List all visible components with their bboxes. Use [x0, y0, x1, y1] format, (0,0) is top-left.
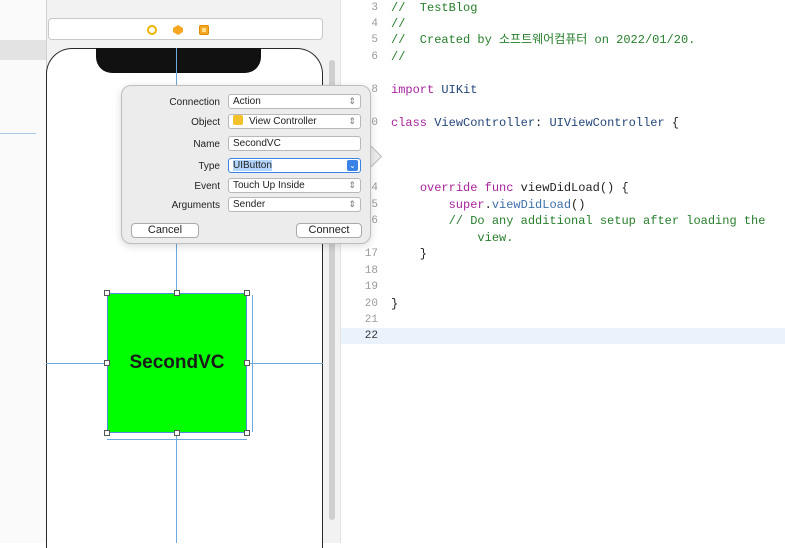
cancel-button[interactable]: Cancel	[131, 223, 199, 238]
chevron-down-icon: ⌄	[347, 160, 358, 171]
resize-handle[interactable]	[104, 360, 110, 366]
resize-handle[interactable]	[244, 430, 250, 436]
cancel-button-label: Cancel	[147, 224, 183, 236]
code-text: // Do any additional setup after loading…	[391, 214, 766, 228]
code-line: 8 import UIKit	[341, 82, 785, 98]
type-select[interactable]: UIButton ⌄	[228, 158, 361, 173]
width-constraint[interactable]	[107, 439, 247, 440]
navigator-divider	[0, 133, 36, 134]
type-label: Type	[198, 161, 220, 172]
line-number: 5	[371, 34, 378, 46]
name-field[interactable]: SecondVC	[228, 136, 361, 151]
resize-handle[interactable]	[244, 290, 250, 296]
code-text: //	[391, 50, 406, 64]
connect-button[interactable]: Connect	[296, 223, 362, 238]
line-number: 3	[371, 2, 378, 14]
connection-label: Connection	[169, 97, 220, 108]
code-text: override func viewDidLoad() {	[419, 181, 629, 195]
line-number: 6	[371, 51, 378, 63]
secondvc-button-label: SecondVC	[129, 352, 225, 373]
event-row: Event Touch Up Inside ⇕	[122, 178, 370, 195]
connection-value: Action	[233, 96, 261, 107]
name-label: Name	[193, 139, 220, 150]
code-line: 18	[341, 263, 785, 279]
event-label: Event	[194, 181, 220, 192]
code-line: 5 super.viewDidLoad()	[341, 197, 785, 213]
line-number: 4	[371, 18, 378, 30]
updown-icon: ⇕	[348, 96, 356, 106]
line-number: 19	[364, 281, 378, 293]
resize-handle[interactable]	[174, 430, 180, 436]
height-constraint[interactable]	[252, 295, 253, 432]
resize-handle[interactable]	[174, 290, 180, 296]
code-text: super.viewDidLoad()	[448, 198, 586, 212]
connection-popover: Connection Action ⇕ Object View Controlle…	[121, 85, 371, 244]
arguments-row: Arguments Sender ⇕	[122, 197, 370, 214]
line-number: 22	[364, 330, 378, 342]
exit-icon[interactable]	[173, 25, 183, 35]
code-text: import UIKit	[391, 83, 478, 97]
code-text: }	[391, 297, 399, 311]
code-text: // Created by 소프트웨어컴퓨터 on 2022/01/20.	[391, 33, 696, 47]
event-value: Touch Up Inside	[233, 180, 305, 191]
view-controller-icon[interactable]	[199, 25, 209, 35]
code-line: view.	[341, 230, 785, 246]
resize-handle[interactable]	[104, 430, 110, 436]
updown-icon: ⇕	[348, 199, 356, 209]
object-select[interactable]: View Controller ⇕	[228, 114, 361, 129]
code-line: 4 override func viewDidLoad() {	[341, 180, 785, 196]
navigator-strip	[0, 0, 46, 543]
current-line[interactable]: 22	[341, 328, 785, 344]
code-line: 19	[341, 279, 785, 295]
connection-select[interactable]: Action ⇕	[228, 94, 361, 109]
name-row: Name SecondVC	[122, 136, 370, 153]
code-text: //	[391, 17, 406, 31]
object-value: View Controller	[249, 116, 317, 127]
scene-dock[interactable]	[48, 18, 323, 40]
first-responder-icon[interactable]	[147, 25, 157, 35]
line-number: 17	[364, 248, 378, 260]
code-line: 17 }	[341, 246, 785, 262]
navigator-selection[interactable]	[0, 40, 46, 60]
object-label: Object	[191, 117, 220, 128]
arguments-value: Sender	[233, 199, 266, 210]
code-text: class ViewController: UIViewController {	[391, 116, 680, 130]
code-text: // TestBlog	[391, 1, 478, 15]
line-number: 18	[364, 265, 378, 277]
connect-button-label: Connect	[308, 224, 350, 236]
updown-icon: ⇕	[348, 116, 356, 126]
event-select[interactable]: Touch Up Inside ⇕	[228, 178, 361, 193]
resize-handle[interactable]	[244, 360, 250, 366]
view-controller-icon	[233, 115, 243, 125]
object-row: Object View Controller ⇕	[122, 114, 370, 131]
code-line: 21	[341, 312, 785, 328]
code-text: view.	[391, 231, 514, 245]
code-line: 20}	[341, 296, 785, 312]
arguments-label: Arguments	[171, 200, 220, 211]
connection-row: Connection Action ⇕	[122, 94, 370, 111]
code-line: 6 // Do any additional setup after loadi…	[341, 213, 785, 229]
arguments-select[interactable]: Sender ⇕	[228, 197, 361, 212]
secondvc-button[interactable]: SecondVC	[107, 293, 247, 433]
code-line: 3 // TestBlog	[341, 0, 785, 16]
type-value: UIButton	[233, 160, 272, 171]
line-number: 21	[364, 314, 378, 326]
resize-handle[interactable]	[104, 290, 110, 296]
updown-icon: ⇕	[348, 180, 356, 190]
line-number: 20	[364, 298, 378, 310]
name-value: SecondVC	[233, 138, 281, 149]
type-row: Type UIButton ⌄	[122, 158, 370, 175]
code-line: 0 class ViewController: UIViewController …	[341, 115, 785, 131]
device-notch	[96, 48, 261, 73]
code-editor[interactable]: 3 // TestBlog 4 // 5 // Created by 소프트웨어컴퓨터…	[340, 0, 785, 543]
code-line: 4 //	[341, 16, 785, 32]
code-line: 5 // Created by 소프트웨어컴퓨터 on 2022/01/20.	[341, 32, 785, 48]
code-text: }	[391, 247, 428, 261]
code-line: 6 //	[341, 49, 785, 65]
